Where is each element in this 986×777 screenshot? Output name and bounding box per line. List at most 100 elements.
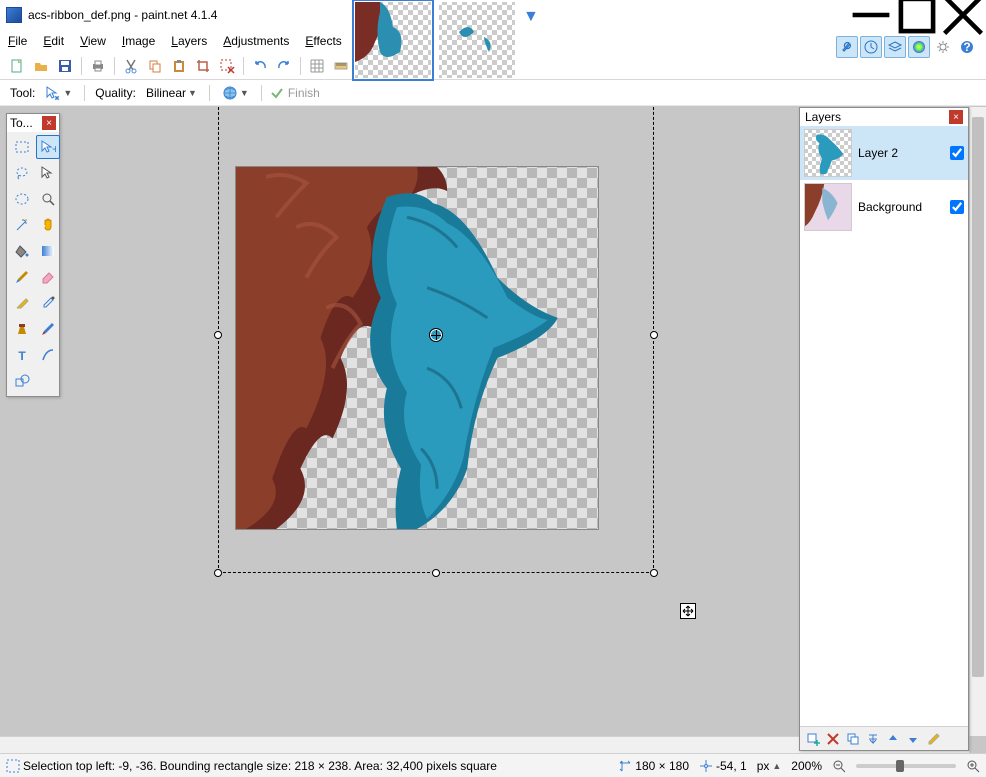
- main-area: To... × + T: [0, 106, 986, 753]
- layers-window[interactable]: Layers × Layer 2 Background: [799, 107, 969, 751]
- settings-icon[interactable]: [932, 36, 954, 58]
- move-layer-down-icon[interactable]: [904, 730, 922, 748]
- layer-row[interactable]: Layer 2: [800, 126, 968, 180]
- move-layer-up-icon[interactable]: [884, 730, 902, 748]
- selection-handle-s[interactable]: [432, 569, 440, 577]
- finish-button[interactable]: Finish: [270, 86, 320, 100]
- move-selection-icon: [45, 85, 61, 101]
- pan-tool[interactable]: [36, 213, 60, 237]
- selection-handle-sw[interactable]: [214, 569, 222, 577]
- menu-file[interactable]: File: [0, 32, 35, 50]
- save-icon[interactable]: [54, 55, 76, 77]
- check-icon: [270, 86, 284, 100]
- layer-thumb: [804, 129, 852, 177]
- layers-window-close[interactable]: ×: [949, 110, 963, 124]
- pencil-tool[interactable]: [10, 291, 34, 315]
- zoom-slider[interactable]: [856, 764, 956, 768]
- menu-view[interactable]: View: [72, 32, 114, 50]
- zoom-out-icon[interactable]: [832, 759, 846, 773]
- move-selected-pixels-tool[interactable]: [36, 161, 60, 185]
- rectangle-select-tool[interactable]: [10, 135, 34, 159]
- grid-icon[interactable]: [306, 55, 328, 77]
- layers-window-title: Layers: [805, 110, 841, 124]
- vertical-scrollbar[interactable]: [969, 107, 986, 736]
- thumb-menu-icon[interactable]: ▼: [523, 2, 539, 26]
- shapes-tool[interactable]: [10, 369, 34, 393]
- ruler-icon[interactable]: [330, 55, 352, 77]
- ellipse-select-tool[interactable]: [10, 187, 34, 211]
- paste-icon[interactable]: [168, 55, 190, 77]
- crop-icon[interactable]: [192, 55, 214, 77]
- tools-window-close[interactable]: ×: [42, 116, 56, 130]
- add-layer-icon[interactable]: [804, 730, 822, 748]
- layer-name: Background: [858, 200, 944, 214]
- selection-info-icon: [6, 759, 20, 773]
- tool-dropdown[interactable]: ▼: [41, 84, 76, 102]
- selection-handle-e[interactable]: [650, 331, 658, 339]
- tools-window-toggle[interactable]: [836, 36, 858, 58]
- globe-icon: [222, 85, 238, 101]
- redo-icon[interactable]: [273, 55, 295, 77]
- layer-name: Layer 2: [858, 146, 944, 160]
- eraser-tool[interactable]: [36, 265, 60, 289]
- document-thumb-1[interactable]: ★: [355, 2, 431, 78]
- document-thumb-2[interactable]: [439, 2, 515, 78]
- selection-center[interactable]: [430, 329, 442, 341]
- cursor-position: -54, 1: [716, 759, 747, 773]
- lasso-select-tool[interactable]: [10, 161, 34, 185]
- history-window-toggle[interactable]: [860, 36, 882, 58]
- tool-label: Tool:: [8, 86, 37, 100]
- print-icon[interactable]: [87, 55, 109, 77]
- menu-adjustments[interactable]: Adjustments: [215, 32, 297, 50]
- clone-stamp-tool[interactable]: [10, 317, 34, 341]
- duplicate-layer-icon[interactable]: [844, 730, 862, 748]
- svg-text:?: ?: [963, 40, 970, 54]
- undo-icon[interactable]: [249, 55, 271, 77]
- units-label[interactable]: px: [757, 759, 770, 773]
- zoom-tool[interactable]: [36, 187, 60, 211]
- copy-icon[interactable]: [144, 55, 166, 77]
- cursor-pos-icon: [699, 759, 713, 773]
- move-selection-tool[interactable]: +: [36, 135, 60, 159]
- move-handle-icon[interactable]: [680, 603, 696, 619]
- maximize-button[interactable]: [894, 0, 940, 30]
- text-tool[interactable]: T: [10, 343, 34, 367]
- selection-handle-se[interactable]: [650, 569, 658, 577]
- paint-bucket-tool[interactable]: [10, 239, 34, 263]
- canvas-size: 180 × 180: [635, 759, 689, 773]
- color-picker-tool[interactable]: [36, 291, 60, 315]
- merge-layer-icon[interactable]: [864, 730, 882, 748]
- paintbrush-tool[interactable]: [10, 265, 34, 289]
- layer-visible-checkbox[interactable]: [950, 146, 964, 160]
- menu-edit[interactable]: Edit: [35, 32, 72, 50]
- gradient-tool[interactable]: [36, 239, 60, 263]
- line-tool[interactable]: [36, 343, 60, 367]
- delete-layer-icon[interactable]: [824, 730, 842, 748]
- minimize-button[interactable]: [848, 0, 894, 30]
- layers-window-toggle[interactable]: [884, 36, 906, 58]
- zoom-value[interactable]: 200%: [791, 759, 822, 773]
- deselect-icon[interactable]: [216, 55, 238, 77]
- canvas-size-icon: [618, 759, 632, 773]
- magic-wand-tool[interactable]: [10, 213, 34, 237]
- menu-layers[interactable]: Layers: [163, 32, 215, 50]
- open-icon[interactable]: [30, 55, 52, 77]
- help-icon[interactable]: ?: [956, 36, 978, 58]
- menu-image[interactable]: Image: [114, 32, 163, 50]
- layer-properties-icon[interactable]: [924, 730, 942, 748]
- layer-row[interactable]: Background: [800, 180, 968, 234]
- colors-window-toggle[interactable]: [908, 36, 930, 58]
- close-button[interactable]: [940, 0, 986, 30]
- sampling-dropdown[interactable]: ▼: [218, 84, 253, 102]
- new-icon[interactable]: [6, 55, 28, 77]
- selection-handle-w[interactable]: [214, 331, 222, 339]
- utility-buttons: ?: [836, 36, 978, 58]
- recolor-tool[interactable]: [36, 317, 60, 341]
- menu-effects[interactable]: Effects: [297, 32, 349, 50]
- cut-icon[interactable]: [120, 55, 142, 77]
- quality-dropdown[interactable]: Bilinear ▼: [142, 85, 201, 101]
- selection-status: Selection top left: -9, -36. Bounding re…: [23, 759, 497, 773]
- tools-window[interactable]: To... × + T: [6, 113, 60, 397]
- layer-visible-checkbox[interactable]: [950, 200, 964, 214]
- zoom-in-icon[interactable]: [966, 759, 980, 773]
